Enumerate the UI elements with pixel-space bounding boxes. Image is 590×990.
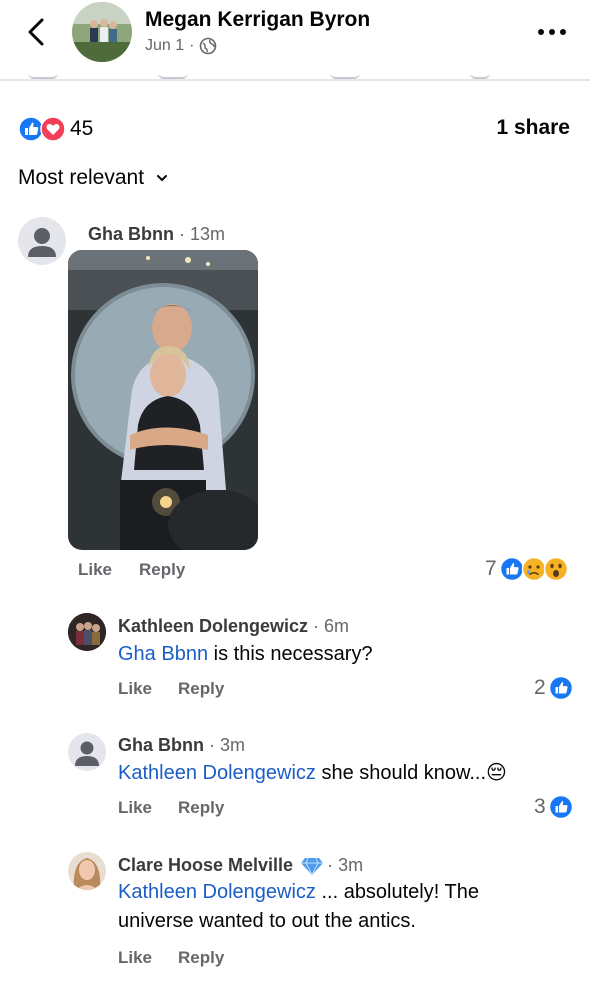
comment-body: she should know...: [315, 762, 487, 784]
comment-author: Gha Bbnn · 3m: [118, 735, 245, 756]
reply-button[interactable]: Reply: [178, 948, 224, 968]
comment-sort-dropdown[interactable]: Most relevant: [18, 166, 168, 190]
chevron-down-icon: [157, 175, 168, 182]
meta-separator: ·: [189, 37, 195, 54]
post-date[interactable]: Jun 1: [145, 37, 184, 55]
back-arrow-icon[interactable]: [22, 14, 52, 50]
wow-icon: [543, 556, 568, 582]
more-options-icon[interactable]: [536, 24, 568, 40]
commenter-avatar[interactable]: [18, 217, 66, 265]
love-icon: [40, 116, 66, 142]
comment-author: Kathleen Dolengewicz · 6m: [118, 616, 349, 637]
comment-author-name[interactable]: Gha Bbnn: [88, 224, 174, 244]
post-meta: Jun 1 ·: [145, 37, 217, 55]
like-icon: [548, 794, 573, 820]
like-button[interactable]: Like: [118, 798, 152, 818]
comment-reactions[interactable]: 3: [534, 794, 574, 820]
sad-icon: [521, 556, 546, 582]
mention-link[interactable]: Gha Bbnn: [118, 643, 208, 665]
reply-button[interactable]: Reply: [178, 679, 224, 699]
post-reaction-count: 45: [70, 117, 94, 140]
post-author-name[interactable]: Megan Kerrigan Byron: [145, 8, 370, 32]
mention-link[interactable]: Kathleen Dolengewicz: [118, 881, 316, 903]
reply-button[interactable]: Reply: [139, 560, 185, 580]
commenter-avatar[interactable]: [68, 852, 106, 890]
commenter-avatar[interactable]: [68, 613, 106, 651]
comment-text: Kathleen Dolengewicz she should know...😔: [118, 759, 578, 788]
comment-author: Clare Hoose Melville · 3m: [118, 855, 363, 876]
comment-author-name[interactable]: Gha Bbnn: [118, 735, 204, 755]
send-action-ghost: [330, 72, 360, 79]
author-avatar[interactable]: [72, 2, 132, 62]
comment-text: Gha Bbnn is this necessary?: [118, 640, 558, 669]
comment-time: · 3m: [204, 735, 246, 755]
sort-label: Most relevant: [18, 166, 145, 189]
like-icon: [499, 556, 524, 582]
mention-link[interactable]: Kathleen Dolengewicz: [118, 762, 316, 784]
commenter-avatar[interactable]: [68, 733, 106, 771]
reply-button[interactable]: Reply: [178, 798, 224, 818]
pensive-face-emoji: 😔: [486, 762, 507, 784]
post-header: Megan Kerrigan Byron Jun 1 ·: [0, 0, 590, 80]
share-count[interactable]: 1 share: [496, 116, 570, 140]
post-reactions-summary[interactable]: 45: [18, 116, 93, 142]
share-action-ghost: [470, 72, 490, 79]
comment-time: · 13m: [174, 224, 226, 244]
header-divider: [0, 79, 590, 81]
comment-author-name[interactable]: Kathleen Dolengewicz: [118, 616, 308, 636]
comment-author-name[interactable]: Clare Hoose Melville: [118, 855, 293, 876]
comment-reactions[interactable]: 7: [485, 556, 569, 582]
like-icon: [548, 675, 573, 701]
comment-time: · 6m: [308, 616, 350, 636]
like-button[interactable]: Like: [118, 679, 152, 699]
comment-body: is this necessary?: [208, 643, 373, 665]
comment-reactions[interactable]: 2: [534, 675, 574, 701]
comment-reaction-count: 7: [485, 557, 497, 580]
comment-action-ghost: [158, 72, 188, 79]
comment-time: · 3m: [327, 855, 364, 875]
comment-text: Kathleen Dolengewicz ... absolutely! The…: [118, 878, 558, 936]
globe-icon: [200, 37, 217, 55]
comment-photo[interactable]: [68, 250, 258, 550]
like-action-ghost: [28, 72, 58, 79]
comment-reaction-count: 3: [534, 795, 546, 818]
comment-reaction-count: 2: [534, 676, 546, 699]
comment-author: Gha Bbnn · 13m: [88, 224, 225, 245]
like-button[interactable]: Like: [78, 560, 112, 580]
like-button[interactable]: Like: [118, 948, 152, 968]
diamond-icon: [301, 857, 324, 876]
